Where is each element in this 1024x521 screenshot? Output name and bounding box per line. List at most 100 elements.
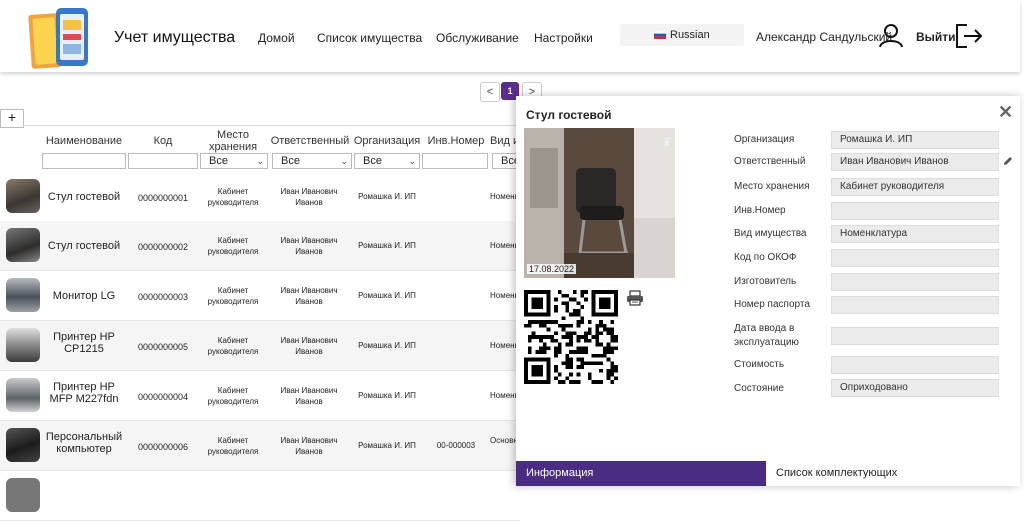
field-status[interactable]: Оприходовано [831,379,999,397]
divider [22,125,542,126]
tab-info[interactable]: Информация [516,461,766,486]
cell-name: Стул гостевой [47,191,121,203]
item-thumbnail [6,179,40,213]
app-title: Учет имущества [114,29,236,46]
chevron-down-icon: ⌄ [408,156,416,166]
table-row[interactable] [0,471,520,521]
field-label-inv-number: Инв.Номер [734,205,786,216]
printer-icon[interactable] [626,290,644,306]
cell-code: 0000000001 [137,193,189,203]
chevron-down-icon: ⌄ [256,156,264,166]
cell-code: 0000000003 [137,292,189,302]
cell-organization: Ромашка И. ИП [358,341,416,350]
logout-button[interactable]: Выйти [916,30,956,44]
table-row[interactable]: Стул гостевой 0000000002 Кабинет руковод… [0,221,520,271]
col-header-code[interactable]: Код [128,135,198,147]
field-okof[interactable] [831,249,999,267]
filter-location-select[interactable]: Все ⌄ [200,153,268,169]
table-row[interactable]: Персональный компьютер 0000000006 Кабине… [0,421,520,471]
cell-location: Кабинет руководителя [207,187,259,207]
photo-date: 17.08.2022 [527,264,577,274]
field-inv-number[interactable] [831,202,999,220]
field-commission-date[interactable] [831,327,999,345]
field-passport[interactable] [831,296,999,314]
language-selector[interactable]: Russian [620,24,744,46]
col-header-location[interactable]: Место хранения [200,129,266,153]
nav-property-list[interactable]: Список имущества [317,31,422,45]
tab-components[interactable]: Список комплектующих [766,461,1020,486]
field-label-status: Состояние [734,383,784,394]
cell-responsible: Иван Иванович Иванов [280,386,338,406]
cell-organization: Ромашка И. ИП [358,441,416,450]
item-thumbnail [6,428,40,462]
cell-responsible: Иван Иванович Иванов [280,286,338,306]
cell-organization: Ромашка И. ИП [358,192,416,201]
app-logo[interactable] [26,6,92,70]
pager-prev-button[interactable]: < [480,82,500,102]
item-thumbnail [6,378,40,412]
field-cost[interactable] [831,356,999,374]
panel-title: Стул гостевой [526,108,612,122]
cell-code: 0000000004 [137,392,189,402]
cell-location: Кабинет руководителя [207,286,259,306]
trash-icon[interactable] [662,137,672,147]
field-manufacturer[interactable] [831,273,999,291]
field-label-manufacturer: Изготовитель [734,276,797,287]
item-thumbnail [6,478,40,512]
filter-organization-select[interactable]: Все ⌄ [354,153,420,169]
filter-inv-number-input[interactable] [422,153,488,169]
cell-name: Принтер HP MFP M227fdn [49,381,119,405]
cell-inv-number: 00-000003 [436,441,476,450]
item-thumbnail [6,278,40,312]
cell-location: Кабинет руководителя [207,236,259,256]
pencil-icon[interactable] [1002,155,1014,167]
cell-organization: Ромашка И. ИП [358,391,416,400]
language-label: Russian [670,29,710,41]
item-photo[interactable]: 17.08.2022 [524,128,675,278]
field-organization[interactable]: Ромашка И. ИП [831,131,999,149]
logout-icon[interactable] [954,22,984,50]
field-label-type: Вид имущества [734,228,807,239]
cell-responsible: Иван Иванович Иванов [280,336,338,356]
table-row[interactable]: Стул гостевой 0000000001 Кабинет руковод… [0,172,520,222]
col-header-responsible[interactable]: Ответственный [270,135,350,147]
col-header-name[interactable]: Наименование [42,135,126,147]
filter-responsible-select[interactable]: Все ⌄ [272,153,352,169]
table-row[interactable]: Монитор LG 0000000003 Кабинет руководите… [0,271,520,321]
table-row[interactable]: Принтер HP MFP M227fdn 0000000004 Кабине… [0,371,520,421]
cell-organization: Ромашка И. ИП [358,291,416,300]
user-icon[interactable] [878,22,904,48]
field-label-cost: Стоимость [734,359,785,370]
nav-home[interactable]: Домой [258,31,295,45]
field-type[interactable]: Номенклатура [831,225,999,243]
field-location[interactable]: Кабинет руководителя [831,178,999,196]
cell-responsible: Иван Иванович Иванов [280,436,338,456]
cell-name: Персональный компьютер [45,431,123,455]
filter-code-input[interactable] [128,153,198,169]
cell-name: Монитор LG [52,290,116,302]
nav-maintenance[interactable]: Обслуживание [436,31,519,45]
filter-name-input[interactable] [42,153,126,169]
cell-responsible: Иван Иванович Иванов [280,236,338,256]
qr-code[interactable] [524,290,618,384]
user-name: Александр Сандульский [756,30,893,44]
field-responsible[interactable]: Иван Иванович Иванов [831,153,999,171]
close-icon[interactable]: ✕ [998,102,1013,123]
field-label-responsible: Ответственный [734,156,806,167]
nav-settings[interactable]: Настройки [534,31,593,45]
table-row[interactable]: Принтер HP CP1215 0000000005 Кабинет рук… [0,321,520,371]
russian-flag-icon [654,31,666,39]
cell-organization: Ромашка И. ИП [358,241,416,250]
app-header: Учет имущества Домой Список имущества Об… [0,0,1020,72]
cell-name: Стул гостевой [47,240,121,252]
col-header-inv-number[interactable]: Инв.Номер [424,135,488,147]
field-label-okof: Код по ОКОФ [734,252,797,263]
add-item-button[interactable]: + [0,109,24,128]
field-label-organization: Организация [734,134,795,145]
cell-location: Кабинет руководителя [207,386,259,406]
col-header-organization[interactable]: Организация [352,135,422,147]
cell-location: Кабинет руководителя [207,436,259,456]
chevron-down-icon: ⌄ [340,156,348,166]
filter-organization-value: Все [363,155,382,167]
item-detail-panel: Стул гостевой ✕ 17.08.2022 Организация Р… [516,96,1020,486]
